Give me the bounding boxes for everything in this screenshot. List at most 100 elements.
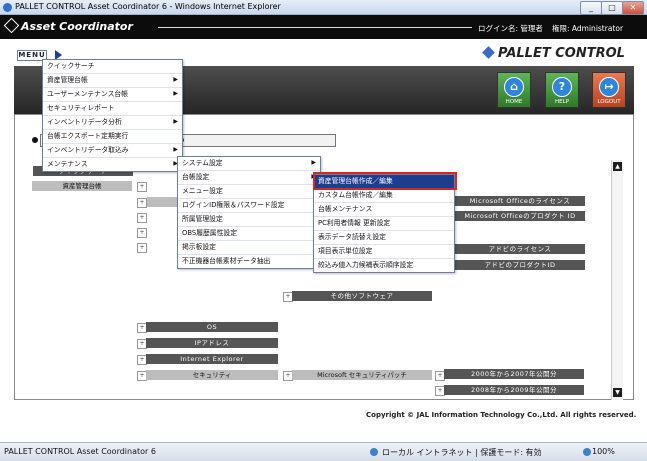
tree-adobe-product-id[interactable]: アドビのプロダクトID [455,260,585,270]
menu-item-user-ledger[interactable]: ユーザーメンテナンス台帳 ▶ [43,88,182,102]
menu-item-ledger-settings[interactable]: 台帳設定▶ [178,171,320,185]
menu-item-label: システム設定 [182,159,223,167]
highlight-frame [313,172,457,190]
menu-item-inventory-analysis[interactable]: インベントリデータ分析 ▶ [43,116,182,130]
intranet-globe-icon [370,448,378,456]
app-logo: Asset Coordinator [3,17,133,34]
expand-toggle[interactable]: + [137,182,147,192]
security-zone[interactable]: ローカル イントラネット | 保護モード: 有効 [382,447,542,458]
menu-item-ledger-export[interactable]: 台帳エクスポート定期実行 [43,130,182,144]
menu-item-ledger-maintenance[interactable]: 台帳メンテナンス [314,203,454,217]
zoom-level[interactable]: 100% [592,447,615,456]
submenu-arrow-icon: ▶ [173,90,178,97]
menu-item-label: 絞込み値入力候補表示順序設定 [318,261,414,269]
status-bar: PALLET CONTROL Asset Coordinator 6 ローカル … [0,442,647,461]
logout-label: LOGOUT [597,99,621,105]
ie-icon [3,3,12,12]
menu-item-custom-ledger-edit[interactable]: カスタム台帳作成／編集 [314,189,454,203]
vertical-scrollbar[interactable] [611,160,623,400]
menu-item-bulletin-settings[interactable]: 掲示板設定 [178,241,320,255]
menu-item-maintenance[interactable]: メンテナンス ▶ [43,158,182,171]
menu-item-inventory-import[interactable]: インベントリデータ取込み ▶ [43,144,182,158]
close-button[interactable]: ✕ [622,1,644,15]
tree-office-product-id[interactable]: Microsoft Officeのプロダクト ID [455,211,585,221]
menu-item-label: 表示データ読替え設定 [318,233,386,241]
role-label: 権限: Administrator [552,24,624,33]
home-button[interactable]: ⌂ HOME [497,72,531,108]
menu-item-label: メンテナンス [47,160,88,168]
bullet-icon [32,137,38,143]
status-text: PALLET CONTROL Asset Coordinator 6 [4,447,156,456]
tree-ip-address[interactable]: IPアドレス [146,338,278,348]
menu-item-asset-ledger[interactable]: 資産管理台帳 ▶ [43,74,182,88]
tree-asset-ledger[interactable]: 資産管理台帳 [32,181,132,191]
brand-diamond-icon [482,46,495,59]
brand-logo: PALLET CONTROL [482,46,625,61]
maximize-button[interactable]: □ [601,1,623,15]
app-name: Asset Coordinator [21,20,133,33]
menu-item-display-unit[interactable]: 項目表示単位設定 [314,245,454,259]
menu-item-display-replace[interactable]: 表示データ読替え設定 [314,231,454,245]
menu-item-label: 掲示板設定 [182,243,216,251]
menu-item-login-permissions[interactable]: ログインID権限＆パスワード設定 [178,199,320,213]
expand-toggle[interactable]: + [137,198,147,208]
submenu-arrow-icon: ▶ [311,159,316,166]
menu-item-label: インベントリデータ分析 [47,118,122,126]
tree-ms-security-patch[interactable]: Microsoft セキュリティパッチ [292,370,432,380]
tree-node[interactable] [147,197,177,207]
menu-item-label: クイックサーチ [47,62,95,70]
menu-item-label: セキュリティレポート [47,104,115,112]
menu-item-filter-order[interactable]: 絞込み値入力候補表示順序設定 [314,259,454,272]
tree-ie[interactable]: Internet Explorer [146,354,278,364]
logout-button[interactable]: ↦ LOGOUT [592,72,626,108]
scroll-up-button[interactable]: ▲ [613,162,622,171]
logout-icon: ↦ [599,77,619,97]
menu-item-quick-search[interactable]: クイックサーチ [43,60,182,74]
menu-item-menu-settings[interactable]: メニュー設定 [178,185,320,199]
menu-item-label: 不正機器台帳素材データ抽出 [182,257,271,265]
submenu-arrow-icon: ▶ [173,118,178,125]
menu-item-obs-history-settings[interactable]: OBS履歴属性設定 [178,227,320,241]
expand-toggle[interactable]: + [137,243,147,253]
menu-item-label: ユーザーメンテナンス台帳 [47,90,129,98]
app-header: Asset Coordinator ログイン名: 管理者 権限: Adminis… [0,15,647,39]
menu-item-label: 資産管理台帳 [47,76,88,84]
tree-security[interactable]: セキュリティ [146,370,278,380]
expand-toggle[interactable]: + [137,213,147,223]
tree-patch-2008-2009[interactable]: 2008年から2009年公開分 [444,385,584,395]
menu-item-pc-user-update[interactable]: PC利用者情報 更新設定 [314,217,454,231]
tree-other-software[interactable]: その他ソフトウェア [292,291,432,301]
menu-item-security-report[interactable]: セキュリティレポート [43,102,182,116]
menu-item-system-settings[interactable]: システム設定 ▶ [178,157,320,171]
tree-patch-2000-2007[interactable]: 2000年から2007年公開分 [444,369,584,379]
menu-item-label: 台帳設定 [182,173,210,181]
menu-item-label: カスタム台帳作成／編集 [318,191,393,199]
logo-icon [3,17,20,34]
menu-item-label: インベントリデータ取込み [47,146,129,154]
menu-item-label: 所属管理設定 [182,215,223,223]
home-label: HOME [505,99,523,105]
scroll-down-button[interactable]: ▼ [613,388,622,397]
help-label: HELP [555,99,569,105]
minimize-button[interactable]: _ [580,1,602,15]
help-icon: ? [552,77,572,97]
login-name: ログイン名: 管理者 [478,24,543,33]
submenu-arrow-icon: ▶ [173,146,178,153]
zoom-icon [583,448,591,456]
home-icon: ⌂ [504,77,524,97]
copyright: Copyright © JAL Information Technology C… [366,411,637,419]
help-button[interactable]: ? HELP [545,72,579,108]
tree-office-license[interactable]: Microsoft Officeのライセンス [455,196,585,206]
submenu-arrow-icon: ▶ [173,76,178,83]
menu-item-label: PC利用者情報 更新設定 [318,219,391,227]
maintenance-submenu: システム設定 ▶ 台帳設定▶ メニュー設定 ログインID権限＆パスワード設定 所属… [177,156,321,269]
menu-item-rogue-device-extract[interactable]: 不正機器台帳素材データ抽出 [178,255,320,268]
window-title: PALLET CONTROL Asset Coordinator 6 - Win… [15,2,281,11]
menu-item-department-settings[interactable]: 所属管理設定 [178,213,320,227]
tree-adobe-license[interactable]: アドビのライセンス [455,244,585,254]
main-menu: クイックサーチ 資産管理台帳 ▶ ユーザーメンテナンス台帳 ▶ セキュリティレポート… [42,59,183,172]
expand-toggle[interactable]: + [137,228,147,238]
menu-item-label: 台帳エクスポート定期実行 [47,132,129,140]
header-divider [158,27,472,28]
tree-os[interactable]: OS [146,322,278,332]
